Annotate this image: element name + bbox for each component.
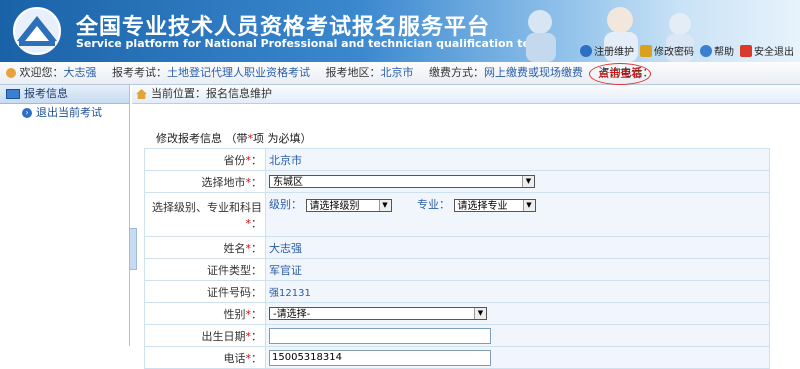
help-link[interactable]: 帮助 [700, 43, 734, 58]
level-select[interactable]: 请选择级别 ▼ [305, 198, 392, 212]
user-icon [6, 68, 16, 78]
breadcrumb: 当前位置：报名信息维护 [132, 85, 800, 104]
idno-label: 证件号码 [207, 285, 251, 299]
registration-form: 省份*： 北京市 选择地市*： 东城区 ▼ 选择级别、专业和科目*： 级别： 请选… [144, 148, 770, 369]
name-label: 姓名 [223, 241, 246, 255]
help-icon [700, 44, 712, 57]
province-label: 省份 [223, 153, 246, 167]
form-row-birth: 出生日期*： [144, 324, 770, 347]
register-maintain-link[interactable]: 注册维护 [580, 43, 634, 58]
region-value: 北京市 [380, 66, 414, 79]
welcome-label: 欢迎您： [19, 66, 64, 79]
view-phone-link[interactable]: 点击查看 [589, 63, 651, 85]
exam-value: 土地登记代理人职业资格考试 [167, 66, 310, 79]
major-select[interactable]: 请选择专业 ▼ [453, 198, 536, 212]
main-content: 修改报考信息 （带*项 为必填） 省份*： 北京市 选择地市*： 东城区 ▼ 选择… [132, 104, 800, 369]
chevron-down-icon: ▼ [522, 176, 534, 188]
level-label: 选择级别、专业和科目 [152, 200, 262, 214]
user-info-bar: 欢迎您：大志强 报考考试：土地登记代理人职业资格考试 报考地区：北京市 缴费方式… [0, 62, 800, 85]
chevron-down-icon: ▼ [522, 199, 535, 211]
chevron-down-icon: ▼ [474, 308, 486, 320]
form-row-gender: 性别*： -请选择- ▼ [144, 302, 770, 325]
home-icon [136, 89, 147, 99]
form-row-idno: 证件号码： 强12131 [144, 280, 770, 303]
sidebar-header: 报考信息 [0, 85, 129, 104]
name-value: 大志强 [265, 236, 770, 259]
level-sub-label: 级别： [269, 198, 302, 211]
platform-logo [13, 7, 61, 55]
sidebar: 报考信息 › 退出当前考试 [0, 85, 130, 346]
power-icon [740, 44, 752, 57]
idtype-label: 证件类型 [207, 263, 251, 277]
idtype-value: 军官证 [265, 258, 770, 281]
idno-value: 强12131 [265, 280, 770, 303]
form-row-province: 省份*： 北京市 [144, 148, 770, 171]
top-links: 注册维护 修改密码 帮助 安全退出 [580, 43, 794, 58]
globe-icon [580, 44, 592, 57]
payment-label: 缴费方式： [429, 66, 484, 79]
payment-value: 网上缴费或现场缴费 [484, 66, 583, 79]
major-sub-label: 专业： [417, 198, 450, 211]
gender-select[interactable]: -请选择- ▼ [269, 307, 487, 321]
sidebar-item-exit-exam[interactable]: › 退出当前考试 [0, 104, 129, 122]
form-row-level: 选择级别、专业和科目*： 级别： 请选择级别 ▼ 专业： 请选择专业 ▼ [144, 192, 770, 237]
province-value: 北京市 [265, 148, 770, 171]
exam-label: 报考考试： [112, 66, 167, 79]
logout-link[interactable]: 安全退出 [740, 43, 794, 58]
form-row-name: 姓名*： 大志强 [144, 236, 770, 259]
change-password-link[interactable]: 修改密码 [640, 43, 694, 58]
form-title: 修改报考信息 （带*项 为必填） [156, 132, 312, 145]
lock-icon [640, 44, 652, 57]
user-name: 大志强 [63, 66, 97, 79]
birth-date-input[interactable] [269, 327, 491, 344]
form-row-city: 选择地市*： 东城区 ▼ [144, 170, 770, 193]
birth-label: 出生日期 [201, 329, 246, 343]
chevron-down-icon: ▼ [378, 199, 391, 211]
card-icon [6, 89, 20, 99]
site-header: 全国专业技术人员资格考试报名服务平台 Service platform for … [0, 0, 800, 62]
city-select[interactable]: 东城区 ▼ [269, 175, 535, 189]
city-label: 选择地市 [201, 175, 246, 189]
arrow-right-icon: › [22, 108, 32, 118]
phone-field-label: 电话 [223, 351, 246, 365]
phone-input[interactable]: 15005318314 [269, 349, 491, 366]
form-row-idtype: 证件类型： 军官证 [144, 258, 770, 281]
region-label: 报考地区： [325, 66, 381, 79]
form-row-phone: 电话*： 15005318314 [144, 346, 770, 369]
gender-label: 性别 [223, 307, 246, 321]
